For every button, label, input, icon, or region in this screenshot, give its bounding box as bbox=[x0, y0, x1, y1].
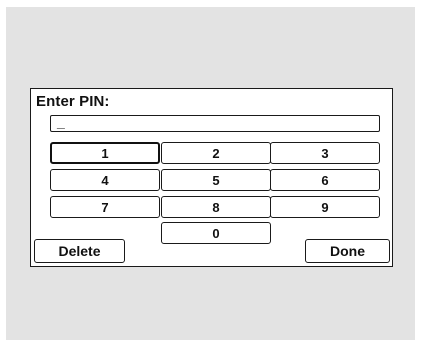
key-4[interactable]: 4 bbox=[50, 169, 160, 191]
key-5[interactable]: 5 bbox=[161, 169, 271, 191]
pin-input-value: _ bbox=[57, 114, 65, 130]
key-2[interactable]: 2 bbox=[161, 142, 271, 164]
key-0[interactable]: 0 bbox=[161, 222, 271, 244]
key-1[interactable]: 1 bbox=[50, 142, 160, 164]
key-8[interactable]: 8 bbox=[161, 196, 271, 218]
key-7[interactable]: 7 bbox=[50, 196, 160, 218]
dialog-title: Enter PIN: bbox=[36, 93, 110, 110]
key-3[interactable]: 3 bbox=[270, 142, 380, 164]
done-button[interactable]: Done bbox=[305, 239, 390, 263]
key-6[interactable]: 6 bbox=[270, 169, 380, 191]
pin-entry-dialog: Enter PIN: _ 1 2 3 4 5 6 7 8 9 0 Delete … bbox=[30, 88, 393, 267]
pin-input[interactable]: _ bbox=[50, 114, 380, 132]
delete-button[interactable]: Delete bbox=[34, 239, 125, 263]
key-9[interactable]: 9 bbox=[270, 196, 380, 218]
